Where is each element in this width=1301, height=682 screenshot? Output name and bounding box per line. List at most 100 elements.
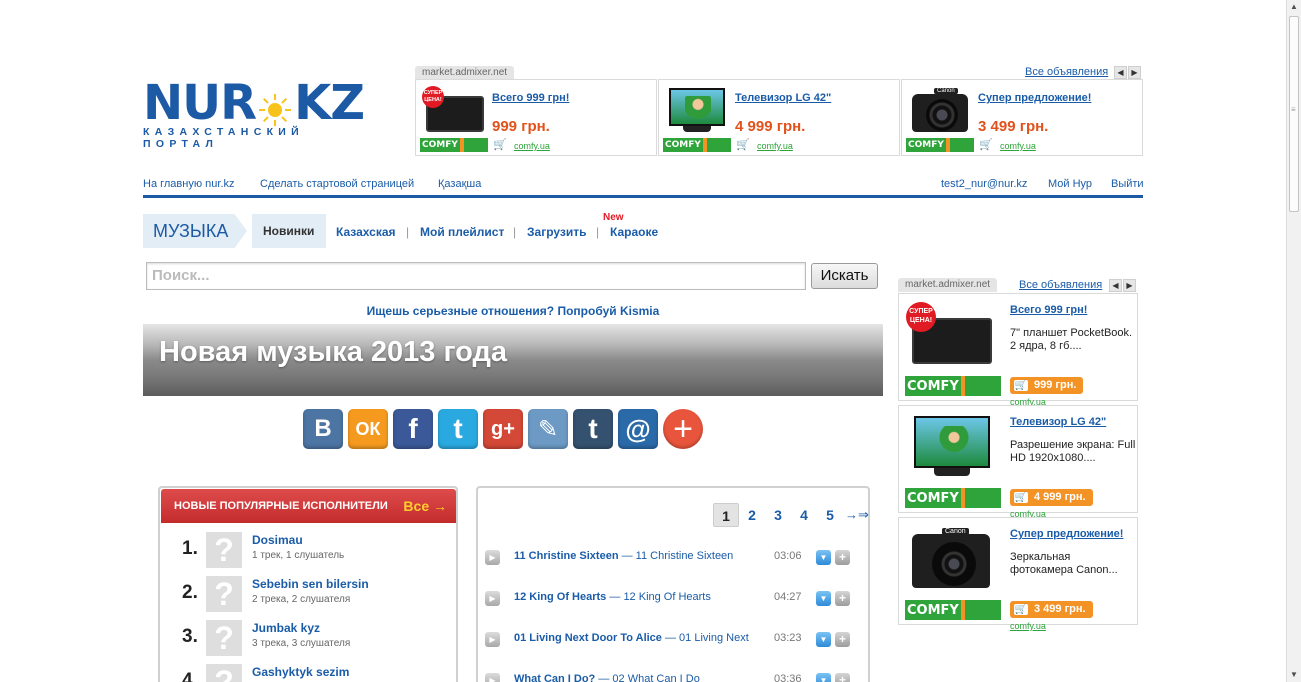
download-icon[interactable]: ▼ bbox=[816, 673, 831, 682]
ad-title-link[interactable]: Супер предложение! bbox=[1010, 528, 1123, 540]
play-icon[interactable]: ▶ bbox=[485, 673, 500, 682]
logo-brand-left: NUR bbox=[143, 75, 257, 131]
twitter-icon[interactable]: t bbox=[438, 409, 478, 449]
vk-icon[interactable]: В bbox=[303, 409, 343, 449]
kazakh-language-link[interactable]: Қазақша bbox=[438, 178, 481, 190]
page-link[interactable]: 4 bbox=[791, 503, 817, 527]
cart-icon[interactable]: 🛒 bbox=[493, 139, 509, 152]
avatar[interactable]: ? bbox=[206, 576, 242, 612]
top-ad-item[interactable]: СУПЕР ЦЕНА! Всего 999 грн! 999 грн. COMF… bbox=[415, 79, 657, 156]
top-ad-item[interactable]: Canon Супер предложение! 3 499 грн. COMF… bbox=[901, 79, 1143, 156]
price-button[interactable]: 🛒 3 499 грн. bbox=[1010, 601, 1093, 618]
prev-arrow-icon[interactable]: ◀ bbox=[1109, 279, 1122, 292]
ad-site-link[interactable]: comfy.ua bbox=[1000, 141, 1036, 151]
download-icon[interactable]: ▼ bbox=[816, 632, 831, 647]
side-ad-item[interactable]: Телевизор LG 42" Разрешение экрана: Full… bbox=[898, 405, 1138, 519]
page-link[interactable]: 3 bbox=[765, 503, 791, 527]
page-link-current[interactable]: 1 bbox=[713, 503, 739, 527]
ad-title-link[interactable]: Супер предложение! bbox=[978, 92, 1091, 104]
home-link[interactable]: На главную nur.kz bbox=[143, 178, 235, 190]
cart-icon[interactable]: 🛒 bbox=[736, 139, 752, 152]
next-arrow-icon[interactable]: ▶ bbox=[1128, 66, 1141, 79]
artist-name-link[interactable]: Dosimau bbox=[252, 533, 303, 547]
make-start-page-link[interactable]: Сделать стартовой страницей bbox=[260, 178, 414, 190]
side-ad-item[interactable]: Canon Супер предложение! Зеркальная фото… bbox=[898, 517, 1138, 631]
scroll-down-arrow-icon[interactable]: ▼ bbox=[1287, 668, 1301, 682]
avatar[interactable]: ? bbox=[206, 664, 242, 682]
sticker-badge: СУПЕР ЦЕНА! bbox=[906, 302, 936, 332]
site-logo[interactable]: NUR KZ КАЗАХСТАНСКИЙ ПОРТАЛ bbox=[143, 75, 365, 150]
price-button[interactable]: 🛒 4 999 грн. bbox=[1010, 489, 1093, 506]
facebook-icon[interactable]: f bbox=[393, 409, 433, 449]
search-button[interactable]: Искать bbox=[811, 263, 878, 289]
scrollbar-thumb[interactable] bbox=[1289, 16, 1299, 212]
artist-name-link[interactable]: Gashyktyk sezim bbox=[252, 665, 349, 679]
page-link[interactable]: 2 bbox=[739, 503, 765, 527]
track-link[interactable]: 11 Christine Sixteen — 11 Christine Sixt… bbox=[514, 550, 733, 562]
search-input[interactable]: Поиск... bbox=[146, 262, 806, 290]
ad-site-link[interactable]: comfy.ua bbox=[1010, 621, 1046, 631]
tab-my-playlist[interactable]: Мой плейлист bbox=[420, 225, 504, 239]
track-link[interactable]: 12 King Of Hearts — 12 King Of Hearts bbox=[514, 591, 711, 603]
tab-upload[interactable]: Загрузить bbox=[527, 225, 586, 239]
logout-link[interactable]: Выйти bbox=[1111, 178, 1144, 190]
all-artists-link[interactable]: Все → bbox=[403, 498, 447, 514]
my-nur-link[interactable]: Мой Нур bbox=[1048, 178, 1092, 190]
avatar[interactable]: ? bbox=[206, 620, 242, 656]
add-to-playlist-icon[interactable]: + bbox=[835, 591, 850, 606]
google-plus-icon[interactable]: g+ bbox=[483, 409, 523, 449]
tv-icon bbox=[906, 414, 996, 476]
ad-site-link[interactable]: comfy.ua bbox=[757, 141, 793, 151]
avatar[interactable]: ? bbox=[206, 532, 242, 568]
all-ads-link[interactable]: Все объявления bbox=[1025, 66, 1108, 78]
tumblr-icon[interactable]: t bbox=[573, 409, 613, 449]
odnoklassniki-icon[interactable]: ОК bbox=[348, 409, 388, 449]
play-icon[interactable]: ▶ bbox=[485, 632, 500, 647]
download-icon[interactable]: ▼ bbox=[816, 591, 831, 606]
ad-price: 999 грн. bbox=[492, 118, 550, 135]
all-ads-link[interactable]: Все объявления bbox=[1019, 279, 1102, 291]
ad-source-tab: market.admixer.net bbox=[898, 278, 998, 292]
livejournal-icon[interactable]: ✎ bbox=[528, 409, 568, 449]
list-item: 3. ? Jumbak kyz 3 трека, 3 слушателя bbox=[160, 620, 456, 664]
prev-arrow-icon[interactable]: ◀ bbox=[1114, 66, 1127, 79]
ad-title-link[interactable]: Телевизор LG 42" bbox=[1010, 416, 1106, 428]
price-button[interactable]: 🛒 999 грн. bbox=[1010, 377, 1084, 394]
section-title[interactable]: МУЗЫКА bbox=[143, 214, 247, 248]
page: NUR KZ КАЗАХСТАНСКИЙ ПОРТАЛ market.admix… bbox=[0, 0, 1301, 682]
track-row: ▶ 01 Living Next Door To Alice — 01 Livi… bbox=[478, 631, 868, 651]
play-icon[interactable]: ▶ bbox=[485, 550, 500, 565]
ad-site-link[interactable]: comfy.ua bbox=[514, 141, 550, 151]
cart-icon[interactable]: 🛒 bbox=[979, 139, 995, 152]
tab-new-releases[interactable]: Новинки bbox=[252, 214, 326, 248]
track-duration: 03:06 bbox=[774, 550, 802, 562]
download-icon[interactable]: ▼ bbox=[816, 550, 831, 565]
vertical-scrollbar[interactable]: ▲ ▼ bbox=[1286, 0, 1301, 682]
top-ad-item[interactable]: Телевизор LG 42" 4 999 грн. COMFY 🛒 comf… bbox=[658, 79, 900, 156]
next-page-arrow-icon[interactable]: →⇒ bbox=[843, 503, 871, 527]
side-ad-item[interactable]: СУПЕР ЦЕНА! Всего 999 грн! 7" планшет Po… bbox=[898, 293, 1138, 407]
share-more-icon[interactable]: + bbox=[663, 409, 703, 449]
tab-karaoke[interactable]: Караоке bbox=[610, 225, 658, 239]
next-arrow-icon[interactable]: ▶ bbox=[1123, 279, 1136, 292]
promo-link[interactable]: Ищешь серьезные отношения? Попробуй Kism… bbox=[143, 304, 883, 318]
add-to-playlist-icon[interactable]: + bbox=[835, 632, 850, 647]
artist-name-link[interactable]: Sebebin sen bilersin bbox=[252, 577, 369, 591]
track-link[interactable]: 01 Living Next Door To Alice — 01 Living… bbox=[514, 632, 749, 644]
ad-title-link[interactable]: Всего 999 грн! bbox=[1010, 304, 1087, 316]
artists-header: НОВЫЕ ПОПУЛЯРНЫЕ ИСПОЛНИТЕЛИ Все → bbox=[161, 489, 456, 523]
ad-title-link[interactable]: Телевизор LG 42" bbox=[735, 92, 831, 104]
track-link[interactable]: What Can I Do? — 02 What Can I Do bbox=[514, 673, 700, 682]
tab-kazakh[interactable]: Казахская bbox=[336, 225, 396, 239]
play-icon[interactable]: ▶ bbox=[485, 591, 500, 606]
tablet-icon: СУПЕР ЦЕНА! bbox=[422, 86, 486, 136]
user-email-link[interactable]: test2_nur@nur.kz bbox=[941, 178, 1027, 190]
mail-icon[interactable]: @ bbox=[618, 409, 658, 449]
artist-name-link[interactable]: Jumbak kyz bbox=[252, 621, 320, 635]
track-list-box: 1 2 3 4 5 →⇒ ▶ 11 Christine Sixteen — 11… bbox=[476, 486, 870, 682]
add-to-playlist-icon[interactable]: + bbox=[835, 673, 850, 682]
ad-title-link[interactable]: Всего 999 грн! bbox=[492, 92, 569, 104]
page-link[interactable]: 5 bbox=[817, 503, 843, 527]
scroll-up-arrow-icon[interactable]: ▲ bbox=[1287, 0, 1301, 14]
add-to-playlist-icon[interactable]: + bbox=[835, 550, 850, 565]
